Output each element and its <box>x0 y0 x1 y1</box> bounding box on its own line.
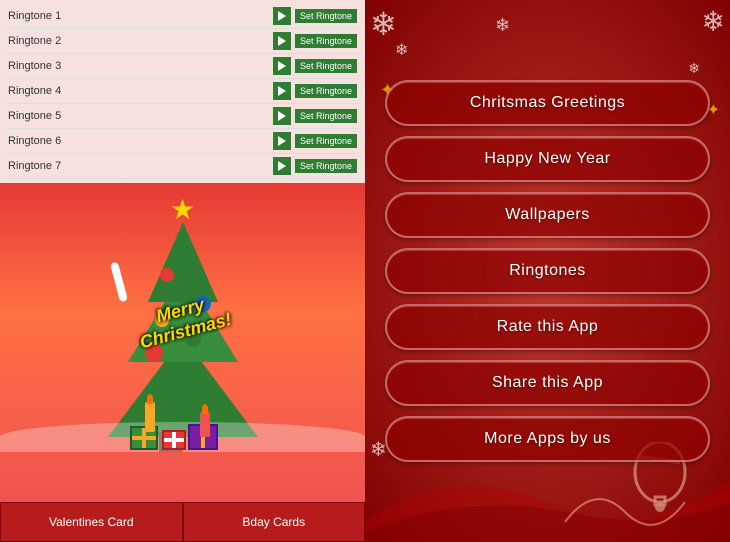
ringtone-play-button-4[interactable] <box>273 82 291 100</box>
menu-button-share-app[interactable]: Share this App <box>385 360 710 406</box>
ringtone-play-button-6[interactable] <box>273 132 291 150</box>
ringtone-play-button-2[interactable] <box>273 32 291 50</box>
ringtone-play-button-5[interactable] <box>273 107 291 125</box>
ringtone-play-button-1[interactable] <box>273 7 291 25</box>
ringtone-list: Ringtone 1 Set Ringtone Ringtone 2 Set Ring… <box>0 0 365 183</box>
ringtone-item: Ringtone 2 Set Ringtone <box>6 29 359 54</box>
ringtone-set-button-7[interactable]: Set Ringtone <box>295 159 357 173</box>
ornament-red <box>160 268 174 282</box>
ringtone-name-6: Ringtone 6 <box>8 135 269 147</box>
snowflake-topleft: ❄ <box>370 5 397 43</box>
ringtone-name-2: Ringtone 2 <box>8 35 269 47</box>
ringtone-item: Ringtone 1 Set Ringtone <box>6 4 359 29</box>
valentines-card-button[interactable]: Valentines Card <box>0 502 183 542</box>
bday-cards-button[interactable]: Bday Cards <box>183 502 366 542</box>
snowflake-top-mid: ❄ <box>495 15 510 36</box>
menu-button-christmas-greetings[interactable]: Chritsmas Greetings <box>385 80 710 126</box>
ringtone-name-1: Ringtone 1 <box>8 10 269 22</box>
menu-buttons: Chritsmas Greetings Happy New Year Wallpap… <box>385 80 710 462</box>
ringtone-name-7: Ringtone 7 <box>8 160 269 172</box>
tree-top <box>148 222 218 302</box>
ringtone-play-button-3[interactable] <box>273 57 291 75</box>
snowflake-small1: ❄ <box>395 40 408 60</box>
bottom-bar: Valentines Card Bday Cards <box>0 502 365 542</box>
menu-button-wallpapers[interactable]: Wallpapers <box>385 192 710 238</box>
ringtone-item: Ringtone 4 Set Ringtone <box>6 79 359 104</box>
menu-button-rate-app[interactable]: Rate this App <box>385 304 710 350</box>
ringtone-set-button-3[interactable]: Set Ringtone <box>295 59 357 73</box>
ringtone-name-4: Ringtone 4 <box>8 85 269 97</box>
star-icon: ★ <box>170 193 195 226</box>
menu-button-more-apps[interactable]: More Apps by us <box>385 416 710 462</box>
ringtone-set-button-5[interactable]: Set Ringtone <box>295 109 357 123</box>
ringtone-play-button-7[interactable] <box>273 157 291 175</box>
ringtone-name-3: Ringtone 3 <box>8 60 269 72</box>
ringtone-set-button-1[interactable]: Set Ringtone <box>295 9 357 23</box>
snowflake-small2: ❄ <box>688 60 700 77</box>
ringtone-set-button-2[interactable]: Set Ringtone <box>295 34 357 48</box>
snowflake-topright: ❄ <box>702 5 725 38</box>
christmas-scene: ★ MerryChristmas! <box>0 183 365 502</box>
ringtone-item: Ringtone 7 Set Ringtone <box>6 154 359 179</box>
candle2 <box>200 412 210 437</box>
menu-button-ringtones[interactable]: Ringtones <box>385 248 710 294</box>
ringtone-set-button-6[interactable]: Set Ringtone <box>295 134 357 148</box>
ringtone-set-button-4[interactable]: Set Ringtone <box>295 84 357 98</box>
ringtone-item: Ringtone 3 Set Ringtone <box>6 54 359 79</box>
gift-red <box>162 430 186 450</box>
ringtone-item: Ringtone 6 Set Ringtone <box>6 129 359 154</box>
candle <box>145 402 155 432</box>
left-panel: Ringtone 1 Set Ringtone Ringtone 2 Set Ring… <box>0 0 365 542</box>
candy-cane <box>110 262 128 303</box>
ringtone-name-5: Ringtone 5 <box>8 110 269 122</box>
ringtone-item: Ringtone 5 Set Ringtone <box>6 104 359 129</box>
menu-button-happy-new-year[interactable]: Happy New Year <box>385 136 710 182</box>
right-panel: ❄ ❄ ❄ ❄ ❄ ❄ ✦ ✦ Chritsmas GreetingsHappy… <box>365 0 730 542</box>
